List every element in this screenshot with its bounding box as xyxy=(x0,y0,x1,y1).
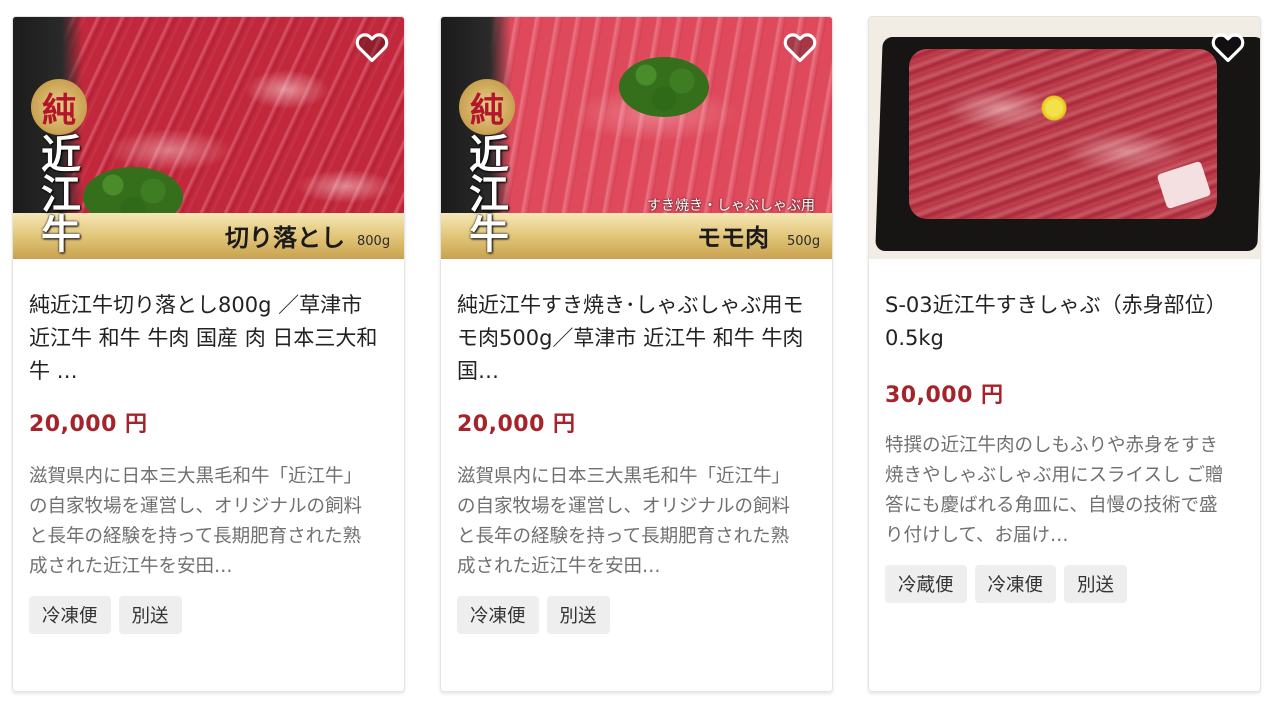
jun-seal: 純 xyxy=(31,79,87,135)
tag-separate-shipping[interactable]: 別送 xyxy=(118,596,182,634)
image-weight-label: 800g xyxy=(357,234,391,249)
favorite-button[interactable] xyxy=(1208,27,1248,67)
product-card[interactable]: 純 近 江 牛 切り落とし 800g 純近江牛切り落とし800g ／草津市 近江… xyxy=(12,16,405,692)
product-price: 30,000 円 xyxy=(885,383,1004,408)
product-card[interactable]: S-03近江牛すきしゃぶ（赤身部位）0.5kg 30,000 円 特撰の近江牛肉… xyxy=(868,16,1261,692)
shipping-tags: 冷凍便 別送 xyxy=(457,596,806,634)
parsley-garnish xyxy=(619,57,709,117)
product-title[interactable]: 純近江牛切り落とし800g ／草津市 近江牛 和牛 牛肉 国産 肉 日本三大和牛… xyxy=(29,289,378,388)
product-description: 滋賀県内に日本三大黒毛和牛「近江牛」の自家牧場を運営し、オリジナルの飼料と長年の… xyxy=(29,466,363,577)
product-image[interactable]: 純 近 江 牛 切り落とし 800g xyxy=(13,17,404,259)
product-card[interactable]: 純 近 江 牛 すき焼き・しゃぶしゃぶ用 モモ肉 500g 純近江牛すき焼き･し… xyxy=(440,16,833,692)
product-title[interactable]: 純近江牛すき焼き･しゃぶしゃぶ用モモ肉500g／草津市 近江牛 和牛 牛肉 国… xyxy=(457,289,806,388)
product-title[interactable]: S-03近江牛すきしゃぶ（赤身部位）0.5kg xyxy=(885,289,1234,355)
image-usage-label: すき焼き・しゃぶしゃぶ用 xyxy=(647,198,815,214)
image-cut-label: 切り落とし xyxy=(225,223,345,252)
product-description: 特撰の近江牛肉のしもふりや赤身をすき焼きやしゃぶしゃぶ用にスライスし ご贈答にも… xyxy=(885,435,1224,546)
product-price: 20,000 円 xyxy=(457,412,576,437)
favorite-button[interactable] xyxy=(352,27,392,67)
tag-frozen[interactable]: 冷凍便 xyxy=(974,565,1057,603)
shipping-tags: 冷蔵便 冷凍便 別送 xyxy=(885,565,1234,603)
tag-refrigerated[interactable]: 冷蔵便 xyxy=(885,565,967,603)
tag-separate-shipping[interactable]: 別送 xyxy=(546,596,610,634)
chrysanthemum-garnish xyxy=(1041,95,1067,121)
product-grid: 純 近 江 牛 切り落とし 800g 純近江牛切り落とし800g ／草津市 近江… xyxy=(0,0,1280,716)
tag-separate-shipping[interactable]: 別送 xyxy=(1064,565,1128,603)
product-image[interactable] xyxy=(869,17,1260,259)
heart-outline-icon xyxy=(1211,33,1245,63)
heart-outline-icon xyxy=(783,33,817,63)
tag-frozen[interactable]: 冷凍便 xyxy=(457,596,539,634)
image-brand-text: 近 江 牛 xyxy=(41,131,81,258)
product-description: 滋賀県内に日本三大黒毛和牛「近江牛」の自家牧場を運営し、オリジナルの飼料と長年の… xyxy=(457,466,791,577)
shipping-tags: 冷凍便 別送 xyxy=(29,596,378,634)
image-weight-label: 500g xyxy=(787,234,821,249)
image-brand-text: 近 江 牛 xyxy=(469,131,509,258)
image-cut-label: モモ肉 xyxy=(697,223,769,252)
product-price: 20,000 円 xyxy=(29,412,148,437)
product-image[interactable]: 純 近 江 牛 すき焼き・しゃぶしゃぶ用 モモ肉 500g xyxy=(441,17,832,259)
tag-frozen[interactable]: 冷凍便 xyxy=(29,596,111,634)
heart-outline-icon xyxy=(355,33,389,63)
favorite-button[interactable] xyxy=(780,27,820,67)
jun-seal: 純 xyxy=(459,79,515,135)
